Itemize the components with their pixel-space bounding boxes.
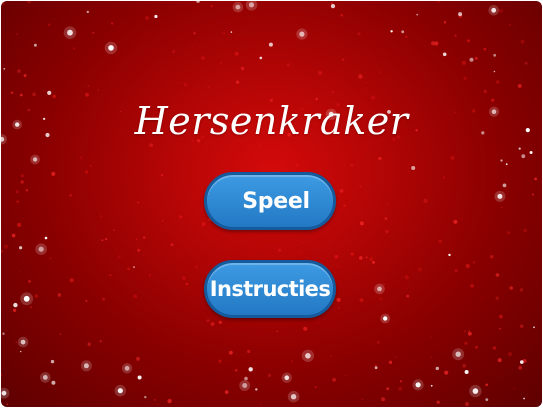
play-button[interactable]: Speel — [204, 172, 336, 230]
instructions-button[interactable]: Instructies — [204, 260, 336, 318]
game-title: Hersenkraker — [134, 99, 409, 143]
game-stage: Hersenkraker Speel Instructies — [1, 1, 542, 407]
